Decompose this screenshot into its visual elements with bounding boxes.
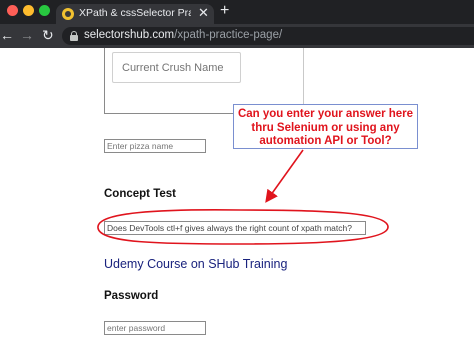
- current-crush-input[interactable]: [112, 52, 241, 83]
- concept-test-input[interactable]: [104, 221, 366, 235]
- tab-close-icon[interactable]: ✕: [198, 5, 209, 21]
- tab-title: XPath & cssSelector Practice P: [79, 7, 191, 19]
- url-text[interactable]: selectorshub.com/xpath-practice-page/: [84, 29, 282, 41]
- callout-line-2: thru Selenium or using any: [251, 121, 400, 134]
- address-bar[interactable]: selectorshub.com/xpath-practice-page/: [62, 27, 474, 45]
- minimize-window-icon[interactable]: [23, 5, 34, 16]
- url-path: /xpath-practice-page/: [174, 29, 283, 41]
- back-arrow-icon[interactable]: ←: [0, 26, 14, 44]
- annotation-arrow: [265, 149, 304, 203]
- password-input[interactable]: [104, 321, 206, 335]
- pizza-name-input[interactable]: [104, 139, 206, 153]
- url-domain: selectorshub.com: [84, 29, 175, 41]
- close-window-icon[interactable]: [7, 5, 18, 16]
- browser-tab[interactable]: XPath & cssSelector Practice P ✕: [56, 4, 214, 24]
- browser-toolbar: ← → ↻ selectorshub.com/xpath-practice-pa…: [0, 24, 474, 48]
- site-favicon-icon: [62, 8, 74, 20]
- lock-icon[interactable]: [70, 31, 78, 41]
- udemy-course-link[interactable]: Udemy Course on SHub Training: [104, 257, 287, 271]
- browser-tab-bar: XPath & cssSelector Practice P ✕ +: [0, 0, 474, 24]
- callout-line-1: Can you enter your answer here: [237, 108, 414, 120]
- forward-arrow-icon[interactable]: →: [20, 26, 34, 44]
- reload-icon[interactable]: ↻: [42, 26, 54, 44]
- annotation-callout: Can you enter your answer here thru Sele…: [233, 104, 418, 149]
- password-heading: Password: [104, 290, 159, 302]
- maximize-window-icon[interactable]: [39, 5, 50, 16]
- concept-test-heading: Concept Test: [104, 188, 176, 200]
- new-tab-icon[interactable]: +: [220, 3, 229, 19]
- callout-line-3: automation API or Tool?: [259, 135, 392, 147]
